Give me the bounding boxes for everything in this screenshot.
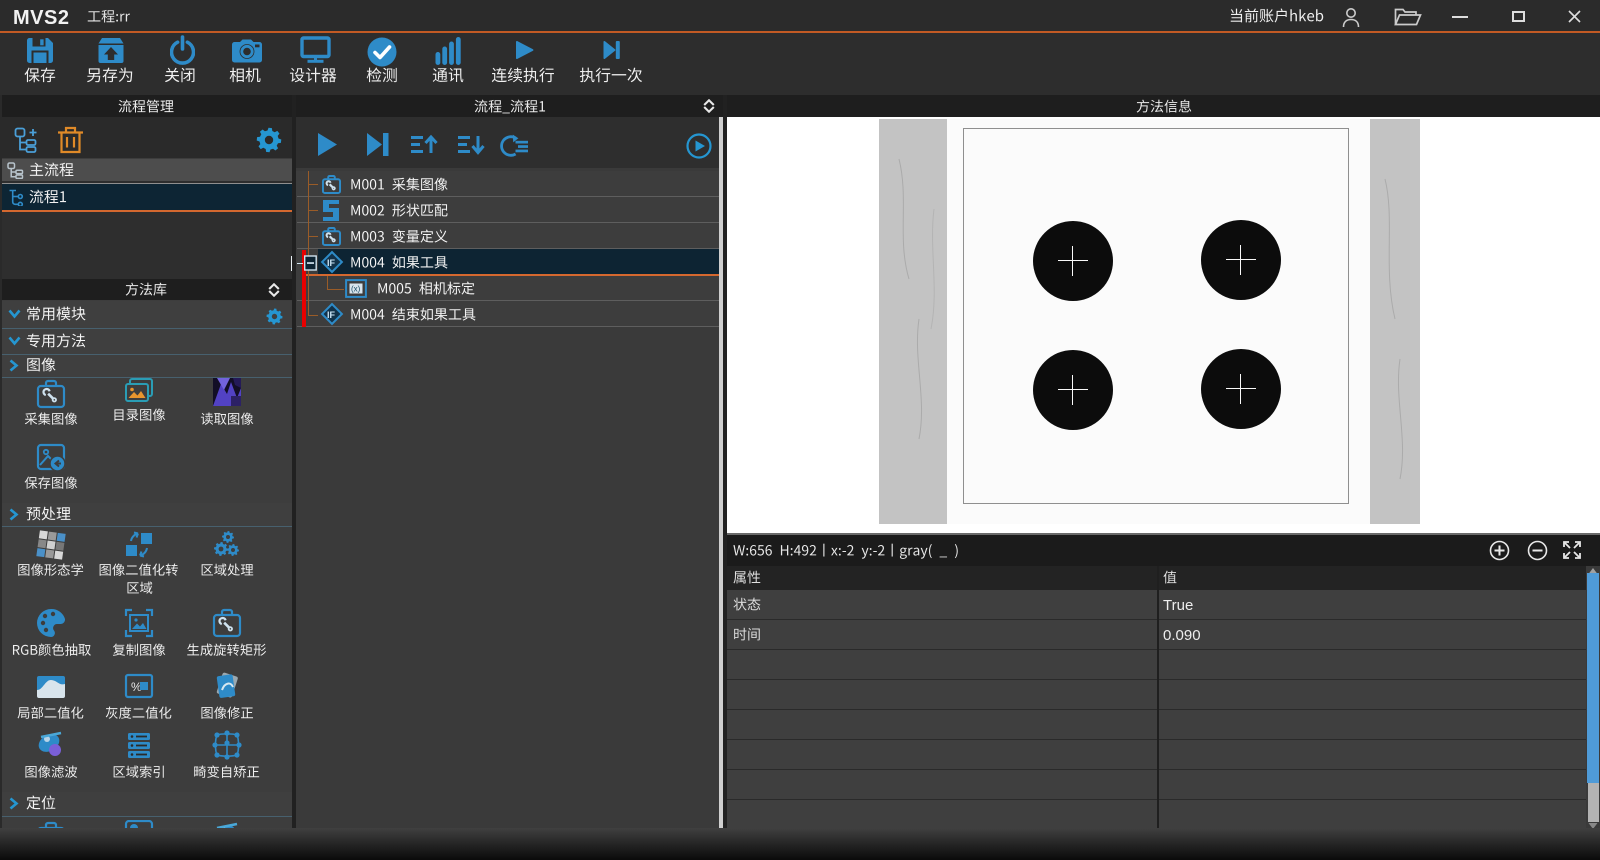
svg-text:IF: IF: [327, 310, 336, 320]
svg-text:IF: IF: [327, 258, 336, 268]
svg-text:(x): (x): [351, 285, 361, 294]
